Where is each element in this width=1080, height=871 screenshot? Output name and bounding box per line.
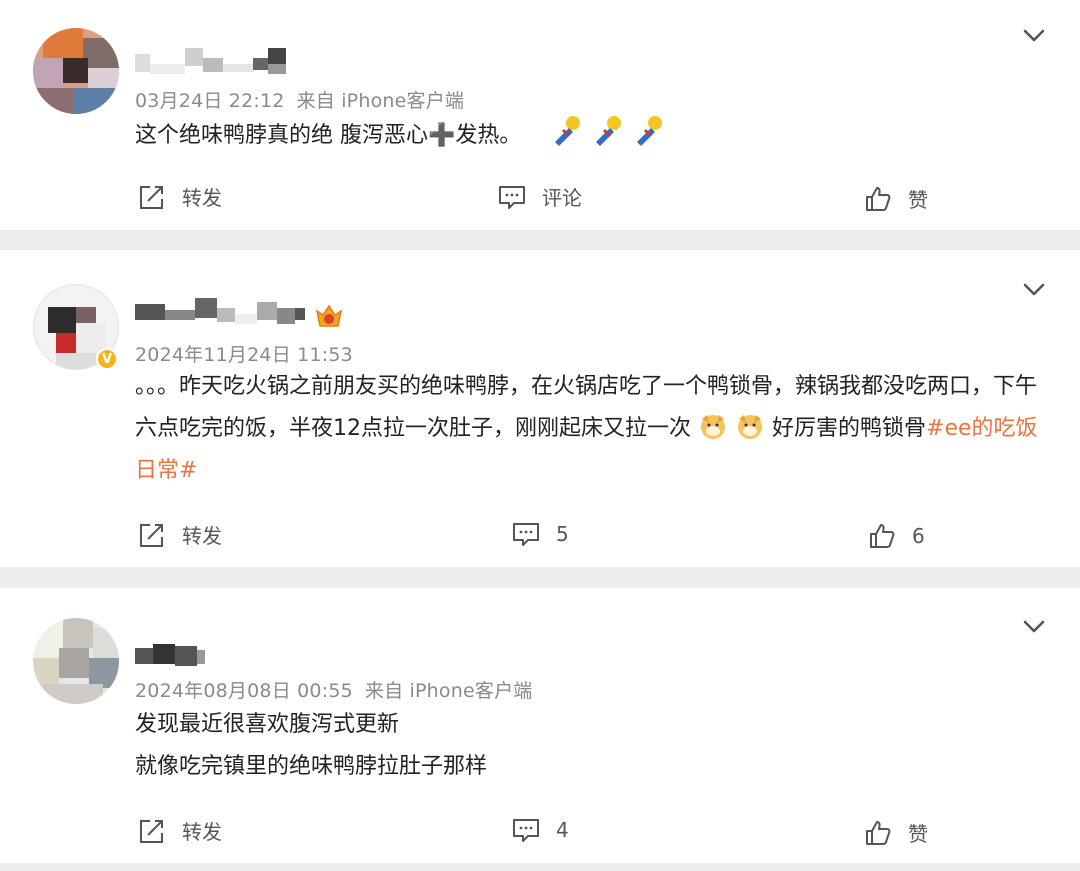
comment-text: 发现最近很喜欢腹泻式更新 <box>135 712 400 737</box>
comment-text-end: 好厉害的鸭锁骨 <box>772 416 927 441</box>
like-label: 赞 <box>908 188 928 212</box>
comment-icon <box>513 523 539 546</box>
comment-meta: 03月24日 22:12 来自 iPhone客户端 <box>135 86 464 113</box>
username-blurred[interactable] <box>135 636 215 666</box>
comment-count: 5 <box>556 522 569 546</box>
comment-button[interactable]: 评论 <box>498 182 582 211</box>
like-button[interactable]: 赞 <box>864 184 928 213</box>
comment-icon <box>499 185 525 209</box>
comment-source: 来自 iPhone客户端 <box>364 680 533 702</box>
comment-content: 发现最近很喜欢腹泻式更新 就像吃完镇里的绝味鸭脖拉肚子那样 <box>135 704 1050 788</box>
comment-content: 这个绝味鸭脖真的绝 腹泻恶心➕发热。 <box>135 114 1050 157</box>
like-label: 赞 <box>908 822 928 846</box>
username-blurred[interactable] <box>135 44 315 74</box>
repost-button[interactable]: 转发 <box>138 816 222 845</box>
repost-label: 转发 <box>182 820 222 844</box>
comment-text: 就像吃完镇里的绝味鸭脖拉肚子那样 <box>135 754 488 779</box>
verified-badge-icon: V <box>96 348 118 370</box>
dog-emoji <box>738 415 762 439</box>
comment-time: 2024年08月08日 00:55 <box>135 680 353 702</box>
comment-button[interactable]: 5 <box>512 520 569 548</box>
comment-meta: 2024年11月24日 11:53 <box>135 340 353 367</box>
like-button[interactable]: 赞 <box>864 818 928 847</box>
comment-card: 2024年08月08日 00:55 来自 iPhone客户端 发现最近很喜欢腹泻式… <box>0 588 1080 863</box>
like-count: 6 <box>912 524 925 548</box>
chevron-down-icon[interactable] <box>1022 28 1046 44</box>
repost-label: 转发 <box>182 524 222 548</box>
broken-heart-pin-emoji <box>596 116 622 146</box>
comment-card: 03月24日 22:12 来自 iPhone客户端 这个绝味鸭脖真的绝 腹泻恶心➕… <box>0 0 1080 230</box>
thumbs-up-icon <box>866 820 891 845</box>
chevron-down-icon[interactable] <box>1022 282 1046 298</box>
comment-time: 2024年11月24日 11:53 <box>135 344 353 366</box>
repost-icon <box>140 523 163 547</box>
comment-time: 03月24日 22:12 <box>135 90 285 112</box>
comment-source: 来自 iPhone客户端 <box>296 90 465 112</box>
broken-heart-pin-emoji <box>555 116 581 146</box>
comment-meta: 2024年08月08日 00:55 来自 iPhone客户端 <box>135 676 532 703</box>
repost-icon <box>140 819 163 843</box>
comment-button[interactable]: 4 <box>512 816 569 844</box>
thumbs-up-icon <box>870 524 895 548</box>
comment-label: 评论 <box>542 186 582 210</box>
like-button[interactable]: 6 <box>868 522 925 550</box>
repost-button[interactable]: 转发 <box>138 182 222 211</box>
avatar[interactable] <box>33 618 119 704</box>
comment-text: 这个绝味鸭脖真的绝 腹泻恶心➕发热。 <box>135 123 522 148</box>
dog-emoji <box>701 415 725 439</box>
comment-count: 4 <box>556 818 569 842</box>
repost-button[interactable]: 转发 <box>138 520 222 549</box>
comment-card: V 2024年11月24日 11:53 。。。昨天吃火锅之前朋友买的绝味鸭脖，在… <box>0 250 1080 567</box>
repost-label: 转发 <box>182 186 222 210</box>
avatar[interactable] <box>33 28 119 114</box>
broken-heart-pin-emoji <box>637 116 663 146</box>
thumbs-up-icon <box>866 186 891 211</box>
chevron-down-icon[interactable] <box>1022 619 1046 635</box>
repost-icon <box>140 185 163 209</box>
fan-badge-icon <box>315 304 343 327</box>
comment-icon <box>513 819 539 842</box>
comment-content: 。。。昨天吃火锅之前朋友买的绝味鸭脖，在火锅店吃了一个鸭锁骨，辣锅我都没吃两口，… <box>135 366 1050 492</box>
